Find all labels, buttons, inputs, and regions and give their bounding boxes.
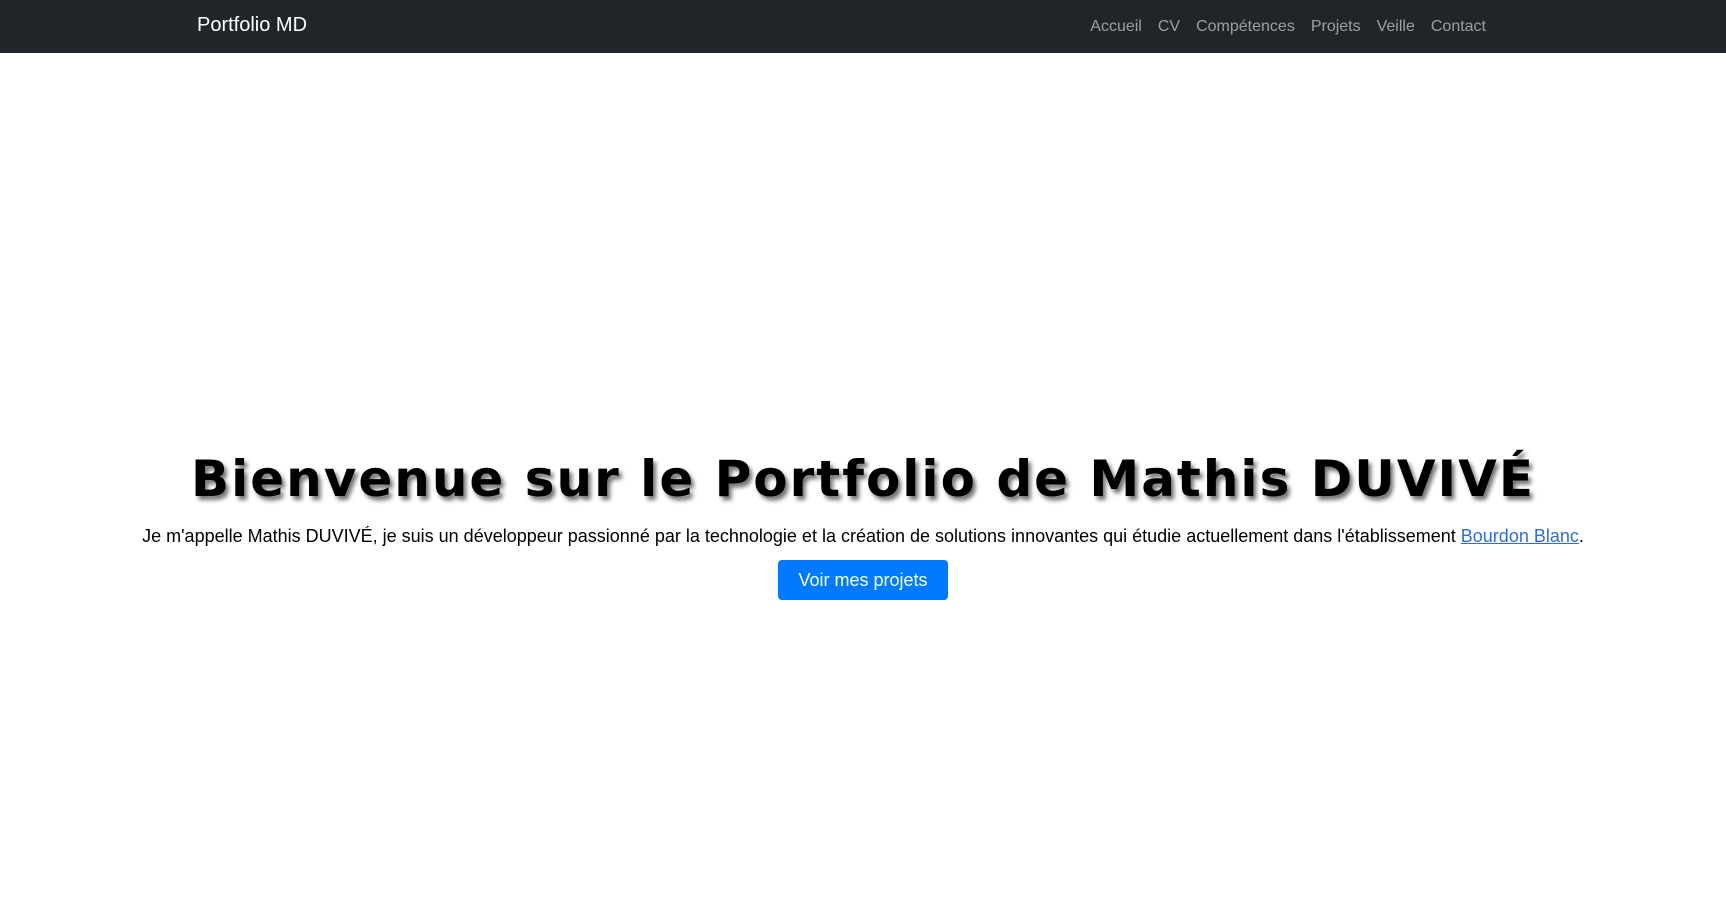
brand-link[interactable]: Portfolio MD xyxy=(197,13,307,37)
view-projects-button[interactable]: Voir mes projets xyxy=(778,560,948,600)
nav-link-accueil[interactable]: Accueil xyxy=(1090,17,1142,37)
hero-section: Bienvenue sur le Portfolio de Mathis DUV… xyxy=(0,448,1726,600)
hero-title: Bienvenue sur le Portfolio de Mathis DUV… xyxy=(190,450,1535,508)
school-link[interactable]: Bourdon Blanc xyxy=(1461,526,1579,546)
nav-links: Accueil CV Compétences Projets Veille Co… xyxy=(1074,0,1486,53)
nav-link-competences[interactable]: Compétences xyxy=(1196,17,1295,37)
nav-link-projets[interactable]: Projets xyxy=(1311,17,1361,37)
hero-intro-end: . xyxy=(1578,526,1584,546)
nav-link-contact[interactable]: Contact xyxy=(1431,17,1486,37)
hero-intro: Je m'appelle Mathis DUVIVÉ, je suis un d… xyxy=(0,524,1726,548)
top-navbar: Portfolio MD Accueil CV Compétences Proj… xyxy=(0,0,1726,53)
hero-intro-text: Je m'appelle Mathis DUVIVÉ, je suis un d… xyxy=(142,526,1461,546)
nav-link-cv[interactable]: CV xyxy=(1158,17,1180,37)
nav-link-veille[interactable]: Veille xyxy=(1377,17,1415,37)
